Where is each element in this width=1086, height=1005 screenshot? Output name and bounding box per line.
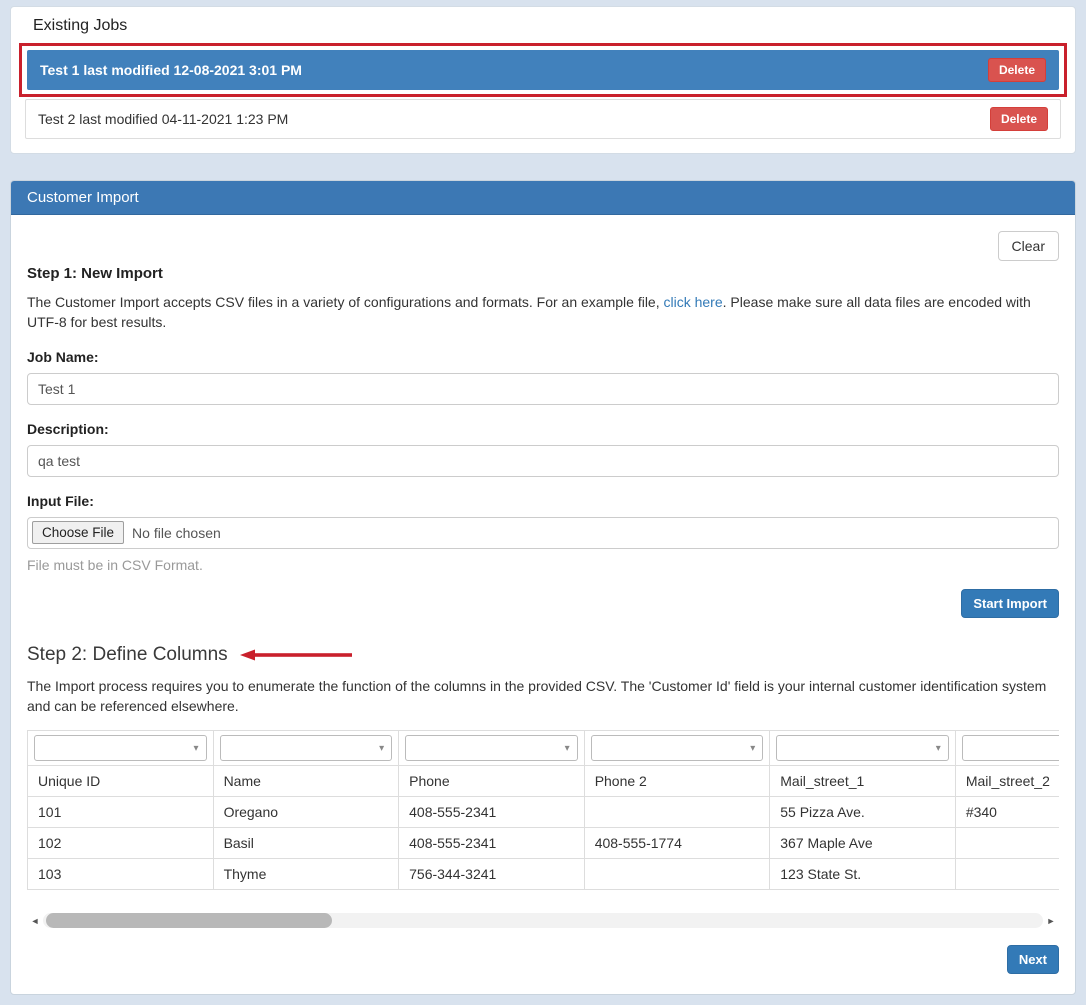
table-row: 101 Oregano 408-555-2341 55 Pizza Ave. #…: [28, 797, 1060, 828]
table-cell: [584, 859, 770, 890]
existing-jobs-panel: Existing Jobs Test 1 last modified 12-08…: [10, 6, 1076, 154]
clear-button[interactable]: Clear: [998, 231, 1059, 261]
step1-title: Step 1: New Import: [27, 265, 1059, 282]
table-header-cell: Phone: [399, 766, 585, 797]
step2-title: Step 2: Define Columns: [27, 644, 228, 666]
description-label: Description:: [27, 421, 1059, 437]
table-cell: 102: [28, 828, 214, 859]
column-select[interactable]: ▾: [962, 735, 1059, 761]
chevron-down-icon: ▾: [379, 743, 384, 754]
table-cell: [584, 797, 770, 828]
description-input[interactable]: [27, 445, 1059, 477]
table-cell: 55 Pizza Ave.: [770, 797, 956, 828]
chevron-down-icon: ▾: [750, 743, 755, 754]
file-chosen-text: No file chosen: [132, 525, 221, 541]
chevron-down-icon: ▾: [565, 743, 570, 754]
table-row: 103 Thyme 756-344-3241 123 State St.: [28, 859, 1060, 890]
horizontal-scrollbar[interactable]: ◄ ►: [27, 912, 1059, 929]
red-arrow-icon: [240, 649, 352, 661]
column-mapping-table-container: ▾ ▾ ▾ ▾ ▾ ▾ ▾ Unique ID Name Phone Phone…: [27, 730, 1059, 890]
table-cell: 101: [28, 797, 214, 828]
job-row[interactable]: Test 1 last modified 12-08-2021 3:01 PM …: [27, 50, 1059, 90]
customer-import-panel: Customer Import Clear Step 1: New Import…: [10, 180, 1076, 995]
choose-file-button[interactable]: Choose File: [32, 521, 124, 544]
column-select[interactable]: ▾: [34, 735, 207, 761]
job-row-label: Test 2 last modified 04-11-2021 1:23 PM: [38, 111, 288, 127]
input-file-label: Input File:: [27, 493, 1059, 509]
page: Existing Jobs Test 1 last modified 12-08…: [0, 0, 1086, 1005]
table-cell: 367 Maple Ave: [770, 828, 956, 859]
scrollbar-track[interactable]: [43, 913, 1043, 928]
column-select[interactable]: ▾: [405, 735, 578, 761]
job-name-label: Job Name:: [27, 349, 1059, 365]
file-input[interactable]: Choose File No file chosen: [27, 517, 1059, 549]
table-header-cell: Phone 2: [584, 766, 770, 797]
start-import-button[interactable]: Start Import: [961, 589, 1059, 618]
table-cell: 756-344-3241: [399, 859, 585, 890]
job-row-label: Test 1 last modified 12-08-2021 3:01 PM: [40, 62, 302, 78]
table-header-row: Unique ID Name Phone Phone 2 Mail_street…: [28, 766, 1060, 797]
table-header-cell: Mail_street_1: [770, 766, 956, 797]
table-cell: 123 State St.: [770, 859, 956, 890]
table-header-cell: Mail_street_2: [955, 766, 1059, 797]
table-row: 102 Basil 408-555-2341 408-555-1774 367 …: [28, 828, 1060, 859]
column-select[interactable]: ▾: [220, 735, 393, 761]
next-button[interactable]: Next: [1007, 945, 1059, 974]
table-cell: [955, 828, 1059, 859]
file-format-note: File must be in CSV Format.: [27, 557, 1059, 573]
table-header-cell: Name: [213, 766, 399, 797]
step1-description: The Customer Import accepts CSV files in…: [27, 292, 1059, 333]
customer-import-body: Clear Step 1: New Import The Customer Im…: [11, 215, 1075, 994]
scroll-right-icon[interactable]: ►: [1043, 912, 1059, 929]
table-cell: 408-555-2341: [399, 828, 585, 859]
step1-description-text: The Customer Import accepts CSV files in…: [27, 294, 664, 310]
table-cell: 408-555-2341: [399, 797, 585, 828]
column-select-row: ▾ ▾ ▾ ▾ ▾ ▾ ▾: [28, 731, 1060, 766]
table-cell: Basil: [213, 828, 399, 859]
delete-button[interactable]: Delete: [990, 107, 1048, 131]
selected-job-annotation-box: Test 1 last modified 12-08-2021 3:01 PM …: [19, 43, 1067, 97]
delete-button[interactable]: Delete: [988, 58, 1046, 82]
table-cell: #340: [955, 797, 1059, 828]
column-mapping-table: ▾ ▾ ▾ ▾ ▾ ▾ ▾ Unique ID Name Phone Phone…: [27, 730, 1059, 890]
existing-jobs-title: Existing Jobs: [33, 17, 1061, 35]
job-row[interactable]: Test 2 last modified 04-11-2021 1:23 PM …: [25, 99, 1061, 139]
column-select[interactable]: ▾: [776, 735, 949, 761]
table-cell: [955, 859, 1059, 890]
scrollbar-thumb[interactable]: [46, 913, 332, 928]
table-cell: 408-555-1774: [584, 828, 770, 859]
table-cell: Oregano: [213, 797, 399, 828]
chevron-down-icon: ▾: [194, 743, 199, 754]
step2-description: The Import process requires you to enume…: [27, 676, 1059, 717]
chevron-down-icon: ▾: [936, 743, 941, 754]
table-header-cell: Unique ID: [28, 766, 214, 797]
job-name-input[interactable]: [27, 373, 1059, 405]
scroll-left-icon[interactable]: ◄: [27, 912, 43, 929]
table-cell: 103: [28, 859, 214, 890]
example-file-link[interactable]: click here: [664, 294, 723, 310]
customer-import-header: Customer Import: [11, 181, 1075, 215]
column-select[interactable]: ▾: [591, 735, 764, 761]
table-cell: Thyme: [213, 859, 399, 890]
